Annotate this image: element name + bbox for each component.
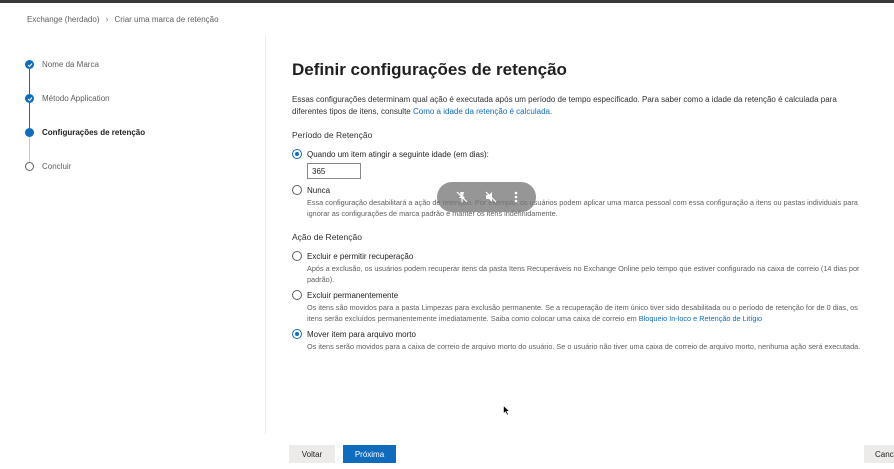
step-label: Método Application bbox=[42, 94, 110, 103]
page-title: Definir configurações de retenção bbox=[292, 60, 567, 79]
step-nome-da-marca[interactable]: Nome da Marca bbox=[25, 60, 99, 69]
option-label: Mover item para arquivo morto bbox=[307, 330, 416, 339]
mouse-cursor-icon bbox=[503, 405, 510, 416]
action-option-move-archive[interactable]: Mover item para arquivo morto bbox=[292, 329, 872, 339]
option-description: Essa configuração desabilitará a ação de… bbox=[307, 198, 858, 218]
step-connector bbox=[29, 69, 30, 94]
mute-icon[interactable] bbox=[484, 190, 498, 204]
days-input[interactable] bbox=[307, 163, 361, 179]
panel-divider bbox=[265, 36, 266, 434]
step-connector bbox=[29, 137, 30, 162]
step-connector bbox=[29, 103, 30, 128]
radio-button[interactable] bbox=[292, 329, 302, 339]
radio-button[interactable] bbox=[292, 290, 302, 300]
period-section-heading: Período de Retenção bbox=[292, 130, 373, 140]
action-option-delete-permanent[interactable]: Excluir permanentemente bbox=[292, 290, 872, 300]
option-label: Nunca bbox=[307, 186, 331, 195]
back-button[interactable]: Voltar bbox=[289, 445, 335, 463]
step-metodo-application[interactable]: Método Application bbox=[25, 94, 110, 103]
breadcrumb: Exchange (herdado) › Criar uma marca de … bbox=[27, 14, 219, 24]
option-description: Os itens são movidos para a pasta Limpez… bbox=[307, 302, 867, 324]
step-label: Configurações de retenção bbox=[42, 128, 146, 137]
check-icon bbox=[25, 94, 34, 103]
main-panel: Definir configurações de retenção Essas … bbox=[292, 60, 872, 352]
step-label: Concluir bbox=[42, 162, 72, 171]
option-label: Quando um item atingir a seguinte idade … bbox=[307, 150, 489, 159]
unpin-icon[interactable] bbox=[455, 190, 469, 204]
cancel-button[interactable]: Cancelar bbox=[864, 445, 894, 463]
action-section-heading: Ação de Retenção bbox=[292, 232, 362, 242]
period-option-never[interactable]: Nunca bbox=[292, 185, 872, 195]
option-label: Excluir e permitir recuperação bbox=[307, 252, 414, 261]
step-configuracoes-de-retencao[interactable]: Configurações de retenção bbox=[25, 128, 145, 137]
litigation-hold-link[interactable]: Bloqueio In-loco e Retenção de Litígio bbox=[639, 314, 762, 323]
page-description: Essas configurações determinam qual ação… bbox=[292, 94, 872, 118]
more-vertical-icon[interactable] bbox=[513, 190, 519, 204]
description-text: Essas configurações determinam qual ação… bbox=[292, 95, 837, 116]
action-option-delete-recover[interactable]: Excluir e permitir recuperação bbox=[292, 251, 872, 261]
radio-button[interactable] bbox=[292, 251, 302, 261]
step-concluir[interactable]: Concluir bbox=[25, 162, 71, 171]
chevron-right-icon: › bbox=[105, 14, 109, 24]
radio-button[interactable] bbox=[292, 185, 302, 195]
breadcrumb-root[interactable]: Exchange (herdado) bbox=[27, 15, 100, 24]
option-description-text: Os itens são movidos para a pasta Limpez… bbox=[307, 303, 858, 323]
check-icon bbox=[25, 60, 34, 69]
radio-button[interactable] bbox=[292, 149, 302, 159]
period-option-age[interactable]: Quando um item atingir a seguinte idade … bbox=[292, 149, 872, 159]
retention-age-link[interactable]: Como a idade da retenção é calculada. bbox=[413, 107, 552, 116]
option-description: Após a exclusão, os usuários podem recup… bbox=[307, 264, 860, 284]
option-label: Excluir permanentemente bbox=[307, 291, 399, 300]
next-button[interactable]: Próxima bbox=[343, 445, 396, 463]
pending-step-icon bbox=[25, 162, 34, 171]
breadcrumb-current: Criar uma marca de retenção bbox=[114, 14, 219, 24]
top-bar bbox=[0, 0, 894, 3]
step-label: Nome da Marca bbox=[42, 60, 99, 69]
floating-toolbar bbox=[437, 182, 536, 212]
option-description: Os itens serão movidos para a caixa de c… bbox=[307, 342, 861, 351]
current-step-icon bbox=[25, 128, 34, 137]
